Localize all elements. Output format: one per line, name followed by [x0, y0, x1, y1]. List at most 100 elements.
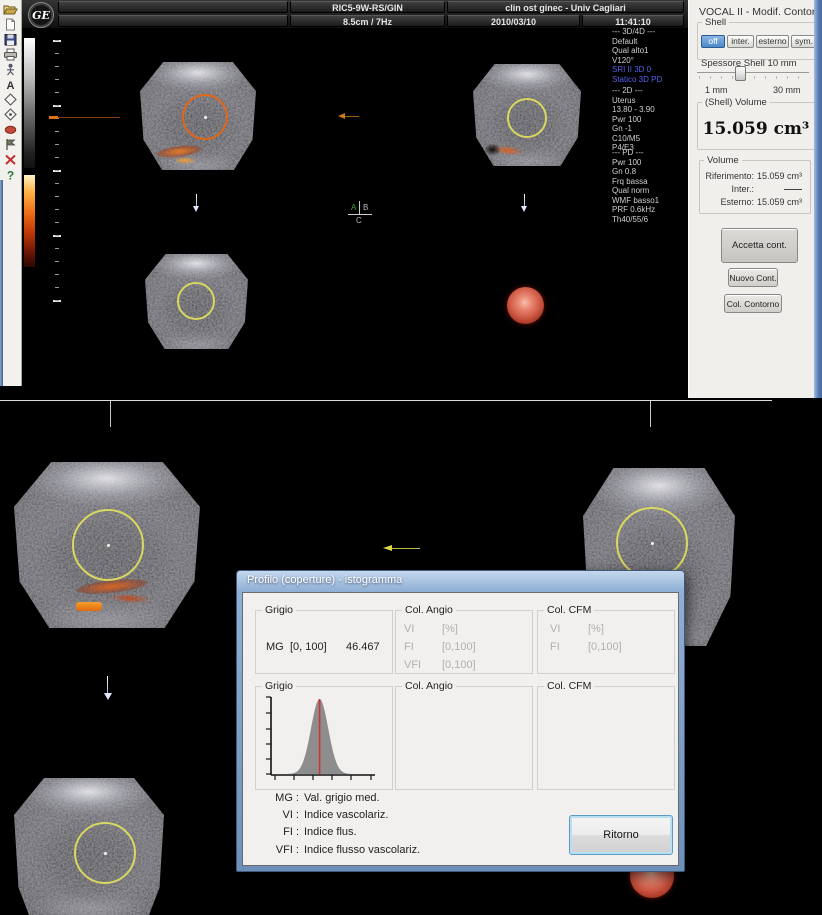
us-plane-a-large[interactable]: [14, 462, 200, 628]
return-button[interactable]: Ritorno: [569, 815, 673, 855]
shell-inter-button[interactable]: inter.: [727, 35, 754, 48]
angio-values-group: Col. Angio VI [%] FI [0,100] VFI [0,100]: [395, 610, 533, 674]
doppler-signal: [174, 157, 196, 164]
plane-marker-arrow-large: [104, 676, 111, 700]
print-icon[interactable]: [3, 48, 18, 61]
divider-tick: [650, 401, 651, 427]
svg-text:A: A: [7, 80, 15, 91]
us-plane-b[interactable]: [473, 64, 581, 166]
overlay-3d4d-params: --- 3D/4D --- Default Qual alto1 V120° S…: [612, 27, 688, 84]
us-plane-c[interactable]: [145, 254, 248, 349]
mg-range: [0, 100]: [290, 641, 327, 653]
depth-ruler-minor: [55, 40, 59, 306]
header-empty-cell-2: [58, 15, 288, 27]
volume-row-value: 15.059 cm³: [754, 171, 802, 181]
cursor-arrow: [383, 545, 420, 553]
fi-range: [0,100]: [588, 641, 622, 653]
grigio-histogram-chart: [261, 693, 387, 783]
legend-fi: FI :Indice flus.: [243, 826, 357, 838]
shadow-region: [485, 144, 500, 155]
ge-logo: GE: [28, 2, 54, 28]
angio-histogram-group: Col. Angio: [395, 686, 533, 790]
ge-logo-text: GE: [32, 9, 50, 22]
slider-min-label: 1 mm: [705, 85, 728, 95]
shell-volume-group: (Shell) Volume 15.059 cm³: [697, 102, 815, 150]
header-bar: GE RIC5-9W-RS/GIN clin ost ginec - Univ …: [22, 0, 688, 28]
overlay-pd-params: --- PD --- Pwr 100 Gn 0.8 Frq bassa Qual…: [612, 148, 688, 224]
us-plane-c-large[interactable]: [14, 778, 164, 915]
us-plane-a[interactable]: [140, 62, 256, 170]
dialog-title-bar[interactable]: Profilo (coperture) - istogramma: [247, 574, 402, 586]
cursor-arrow-small: [338, 113, 360, 121]
toolbar-scrollbar[interactable]: [0, 180, 3, 386]
pointer-flag-icon[interactable]: [3, 138, 18, 151]
contour-center-dot: [651, 542, 654, 545]
folder-open-icon[interactable]: [3, 3, 18, 16]
shell-group-label: Shell: [702, 17, 729, 28]
focus-marker[interactable]: [49, 116, 58, 119]
focus-line: [58, 117, 120, 118]
divider-tick: [110, 401, 111, 427]
vocal-panel: VOCAL II - Modif. Contor. Shell off inte…: [688, 0, 822, 398]
header-empty-cell-1: [58, 1, 288, 13]
vi-range: [%]: [588, 623, 604, 635]
doppler-colorbar: [24, 175, 35, 267]
left-toolbar: A ?: [0, 0, 22, 386]
contour-color-button[interactable]: Col. Contorno: [724, 294, 782, 313]
doppler-signal: [76, 602, 102, 611]
grigio-hist-label: Grigio: [262, 680, 296, 692]
shell-group: Shell off inter. esterno sym.: [697, 22, 815, 60]
delete-measure-icon[interactable]: [3, 123, 18, 136]
contour-center-dot: [104, 852, 107, 855]
volume-row-value: 15.059 cm³: [754, 197, 802, 207]
help-icon[interactable]: ?: [3, 168, 18, 181]
volume-row-name: Riferimento:: [700, 171, 754, 181]
cfm-histogram-group: Col. CFM: [537, 686, 675, 790]
cfm-group-label: Col. CFM: [544, 604, 594, 616]
cut-icon[interactable]: [3, 153, 18, 166]
shell-thickness-label: Spessore Shell 10 mm: [701, 58, 797, 69]
grigio-histogram-group: Grigio: [255, 686, 393, 790]
slider-ticks: [699, 76, 807, 79]
screen-divider-line: [0, 400, 772, 401]
volume-group-label: Volume: [704, 155, 742, 166]
svg-text:?: ?: [7, 169, 14, 182]
slider-max-label: 30 mm: [773, 85, 801, 95]
fi-name: FI: [550, 641, 560, 653]
vfi-name: VFI: [404, 659, 421, 671]
axis-orientation-marker: A B C: [348, 201, 374, 225]
panel-scrollbar[interactable]: [814, 0, 822, 398]
contour-center-dot: [204, 116, 207, 119]
accept-contour-button[interactable]: Accetta cont.: [721, 228, 798, 263]
shell-thickness-slider-handle[interactable]: [735, 66, 746, 81]
grayscale-colorbar: [24, 38, 35, 168]
exam-time: 11:41:10: [582, 15, 684, 27]
legend-vi: VI :Indice vascolariz.: [243, 809, 388, 821]
vocal-contour-c[interactable]: [177, 282, 215, 320]
cfm-values-group: Col. CFM VI [%] FI [0,100]: [537, 610, 675, 674]
3d-volume-render: [507, 287, 544, 324]
volume-group: Volume Riferimento:15.059 cm³ Inter.:—— …: [699, 160, 811, 214]
new-file-icon[interactable]: [3, 18, 18, 31]
text-annotation-icon[interactable]: A: [3, 78, 18, 91]
mg-name: MG: [266, 641, 284, 653]
measure-point-icon[interactable]: [3, 93, 18, 106]
shell-volume-label: (Shell) Volume: [702, 97, 770, 108]
dialog-body: Grigio MG [0, 100] 46.467 Col. Angio VI …: [242, 592, 679, 866]
new-contour-button[interactable]: Nuovo Cont.: [728, 268, 778, 287]
axis-b-label: B: [363, 203, 368, 212]
vocal-contour-b[interactable]: [507, 98, 547, 138]
shell-off-button[interactable]: off: [701, 35, 725, 48]
vi-name: VI: [404, 623, 414, 635]
measure-ellipse-icon[interactable]: [3, 108, 18, 121]
depth-frequency: 8.5cm / 7Hz: [290, 15, 445, 27]
patient-icon[interactable]: [3, 63, 18, 76]
axis-c-label: C: [356, 216, 362, 225]
overlay-2d-params: --- 2D --- Uterus 13.80 - 3.90 Pwr 100 G…: [612, 86, 688, 153]
shell-esterno-button[interactable]: esterno: [756, 35, 789, 48]
shell-thickness-slider-track[interactable]: [697, 72, 809, 73]
shell-volume-value: 15.059 cm³: [698, 119, 814, 139]
axis-a-label: A: [351, 203, 356, 212]
vi-range: [%]: [442, 623, 458, 635]
save-icon[interactable]: [3, 33, 18, 46]
